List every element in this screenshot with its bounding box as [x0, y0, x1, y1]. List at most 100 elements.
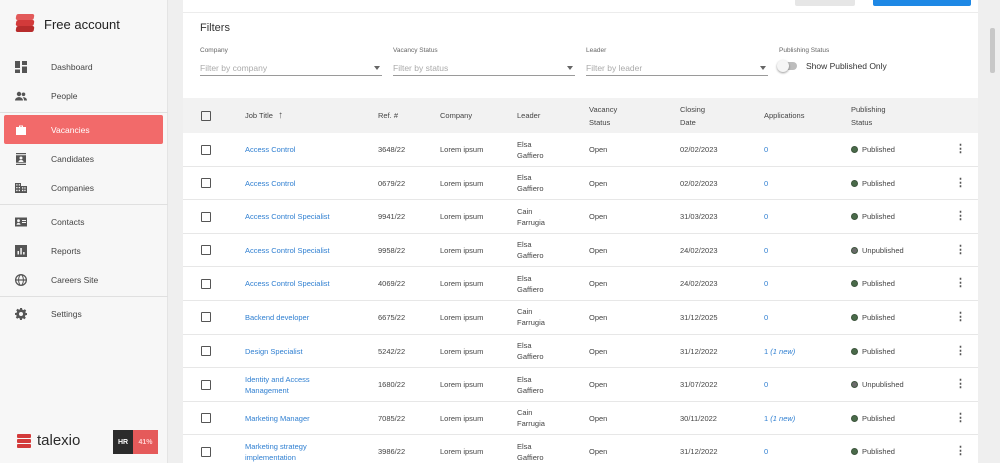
job-title-link[interactable]: Access Control [245, 133, 355, 166]
leader-filter-input[interactable]: Filter by leader [586, 60, 768, 76]
leader-cell: Cain Farrugia [517, 408, 545, 429]
company-filter-input[interactable]: Filter by company [200, 60, 382, 76]
sidebar-item-contacts[interactable]: Contacts [0, 207, 168, 236]
table-row[interactable]: Marketing strategy implementation 3986/22… [183, 435, 978, 463]
row-menu-icon[interactable]: ⋮ [955, 402, 966, 435]
sidebar-item-candidates[interactable]: Candidates [0, 144, 168, 173]
sidebar-item-reports[interactable]: Reports [0, 236, 168, 265]
ref-cell: 0679/22 [378, 178, 406, 188]
applications-link[interactable]: 0 [764, 368, 768, 401]
applications-link[interactable]: 0 [764, 435, 768, 463]
row-checkbox[interactable] [201, 245, 211, 256]
row-menu-icon[interactable]: ⋮ [955, 301, 966, 334]
job-title-header[interactable]: Job Title ↑ [245, 98, 283, 133]
applications-link[interactable]: 0 [764, 133, 768, 166]
table-row[interactable]: Access Control 3648/22 Lorem ipsum Elsa Gaf… [183, 133, 978, 167]
row-menu-icon[interactable]: ⋮ [955, 267, 966, 300]
row-checkbox[interactable] [201, 211, 211, 222]
table-row[interactable]: Access Control Specialist 9958/22 Lorem ip… [183, 234, 978, 268]
job-title-link[interactable]: Backend developer [245, 301, 355, 334]
applications-link[interactable]: 0 [764, 234, 768, 267]
table-row[interactable]: Backend developer 6675/22 Lorem ipsum Cain … [183, 301, 978, 335]
ref-cell: 6675/22 [378, 312, 406, 322]
applications-link[interactable]: 1 (1 new) [764, 335, 795, 368]
row-checkbox[interactable] [201, 178, 211, 189]
row-menu-icon[interactable]: ⋮ [955, 234, 966, 267]
publishing-status-label: Published [862, 279, 895, 289]
applications-count: 0 [764, 279, 769, 289]
publishing-filter-label: Publishing Status [779, 47, 830, 54]
publishing-status-cell: Unpublished [851, 234, 904, 267]
status-filter[interactable]: Vacancy Status Filter by status [393, 47, 575, 76]
status-dot-icon [851, 347, 858, 355]
applications-link[interactable]: 0 [764, 200, 768, 233]
publishing-status-cell: Published [851, 301, 895, 334]
job-title-link[interactable]: Access Control Specialist [245, 234, 355, 267]
closing-date-header: Closing Date [680, 104, 706, 127]
hr-progress-badge[interactable]: HR 41% [113, 430, 158, 454]
secondary-action-button[interactable] [795, 0, 855, 6]
globe-icon [14, 273, 28, 287]
brand[interactable]: Free account [14, 14, 120, 34]
closing-date-cell: 31/03/2023 [680, 212, 718, 222]
row-menu-icon[interactable]: ⋮ [955, 335, 966, 368]
closing-date-cell: 02/02/2023 [680, 178, 718, 188]
sidebar-item-settings[interactable]: Settings [0, 299, 168, 328]
primary-action-button[interactable] [873, 0, 971, 6]
row-menu-icon[interactable]: ⋮ [955, 435, 966, 463]
applications-link[interactable]: 1 (1 new) [764, 402, 795, 435]
sidebar-item-vacancies[interactable]: Vacancies [4, 115, 163, 144]
sidebar-item-people[interactable]: People [0, 81, 168, 110]
row-menu-icon[interactable]: ⋮ [955, 167, 966, 200]
company-filter[interactable]: Company Filter by company [200, 47, 382, 76]
sort-up-arrow-icon[interactable]: ↑ [278, 109, 283, 122]
leader-filter[interactable]: Leader Filter by leader [586, 47, 768, 76]
applications-link[interactable]: 0 [764, 301, 768, 334]
table-row[interactable]: Access Control 0679/22 Lorem ipsum Elsa Gaf… [183, 167, 978, 201]
job-title-link[interactable]: Identity and Access Management [245, 368, 355, 401]
row-checkbox[interactable] [201, 346, 211, 357]
applications-link[interactable]: 0 [764, 267, 768, 300]
job-title-link[interactable]: Marketing strategy implementation [245, 435, 355, 463]
row-select-cell [201, 234, 211, 267]
row-checkbox[interactable] [201, 379, 211, 390]
publishing-status-cell: Unpublished [851, 368, 904, 401]
table-row[interactable]: Identity and Access Management 1680/22 Lor… [183, 368, 978, 402]
status-dot-icon [851, 280, 858, 288]
ref-cell: 5242/22 [378, 346, 406, 356]
reports-icon [14, 244, 28, 258]
applications-link[interactable]: 0 [764, 167, 768, 200]
row-checkbox[interactable] [201, 144, 211, 155]
table-row[interactable]: Access Control Specialist 9941/22 Lorem ip… [183, 200, 978, 234]
vacancy-status-cell: Open [589, 245, 608, 255]
show-published-label: Show Published Only [806, 61, 887, 71]
row-checkbox[interactable] [201, 446, 211, 457]
row-menu-icon[interactable]: ⋮ [955, 368, 966, 401]
sidebar-item-dashboard[interactable]: Dashboard [0, 52, 168, 81]
table-row[interactable]: Design Specialist 5242/22 Lorem ipsum Elsa … [183, 335, 978, 369]
show-published-toggle[interactable] [777, 60, 797, 72]
page-scrollbar[interactable] [990, 28, 995, 73]
row-checkbox[interactable] [201, 278, 211, 289]
job-title-link[interactable]: Access Control Specialist [245, 200, 355, 233]
status-filter-input[interactable]: Filter by status [393, 60, 575, 76]
row-checkbox[interactable] [201, 413, 211, 424]
job-title-link[interactable]: Design Specialist [245, 335, 355, 368]
job-title-link[interactable]: Marketing Manager [245, 402, 355, 435]
sidebar-item-companies[interactable]: Companies [0, 173, 168, 202]
row-menu-icon[interactable]: ⋮ [955, 200, 966, 233]
job-title-link[interactable]: Access Control [245, 167, 355, 200]
table-row[interactable]: Marketing Manager 7085/22 Lorem ipsum Cain … [183, 402, 978, 436]
ref-cell: 3986/22 [378, 447, 406, 457]
company-cell: Lorem ipsum [440, 413, 484, 423]
row-checkbox[interactable] [201, 312, 211, 323]
table-row[interactable]: Access Control Specialist 4069/22 Lorem ip… [183, 267, 978, 301]
sidebar-item-careers-site[interactable]: Careers Site [0, 265, 168, 294]
select-all-checkbox[interactable] [201, 110, 211, 121]
job-title-link[interactable]: Access Control Specialist [245, 267, 355, 300]
status-dot-icon [851, 313, 858, 321]
closing-date-cell: 31/12/2022 [680, 447, 718, 457]
ref-header: Ref. # [378, 111, 399, 120]
sidebar-nav: Dashboard People Vacancies Candidates Compan… [0, 52, 168, 328]
row-menu-icon[interactable]: ⋮ [955, 133, 966, 166]
